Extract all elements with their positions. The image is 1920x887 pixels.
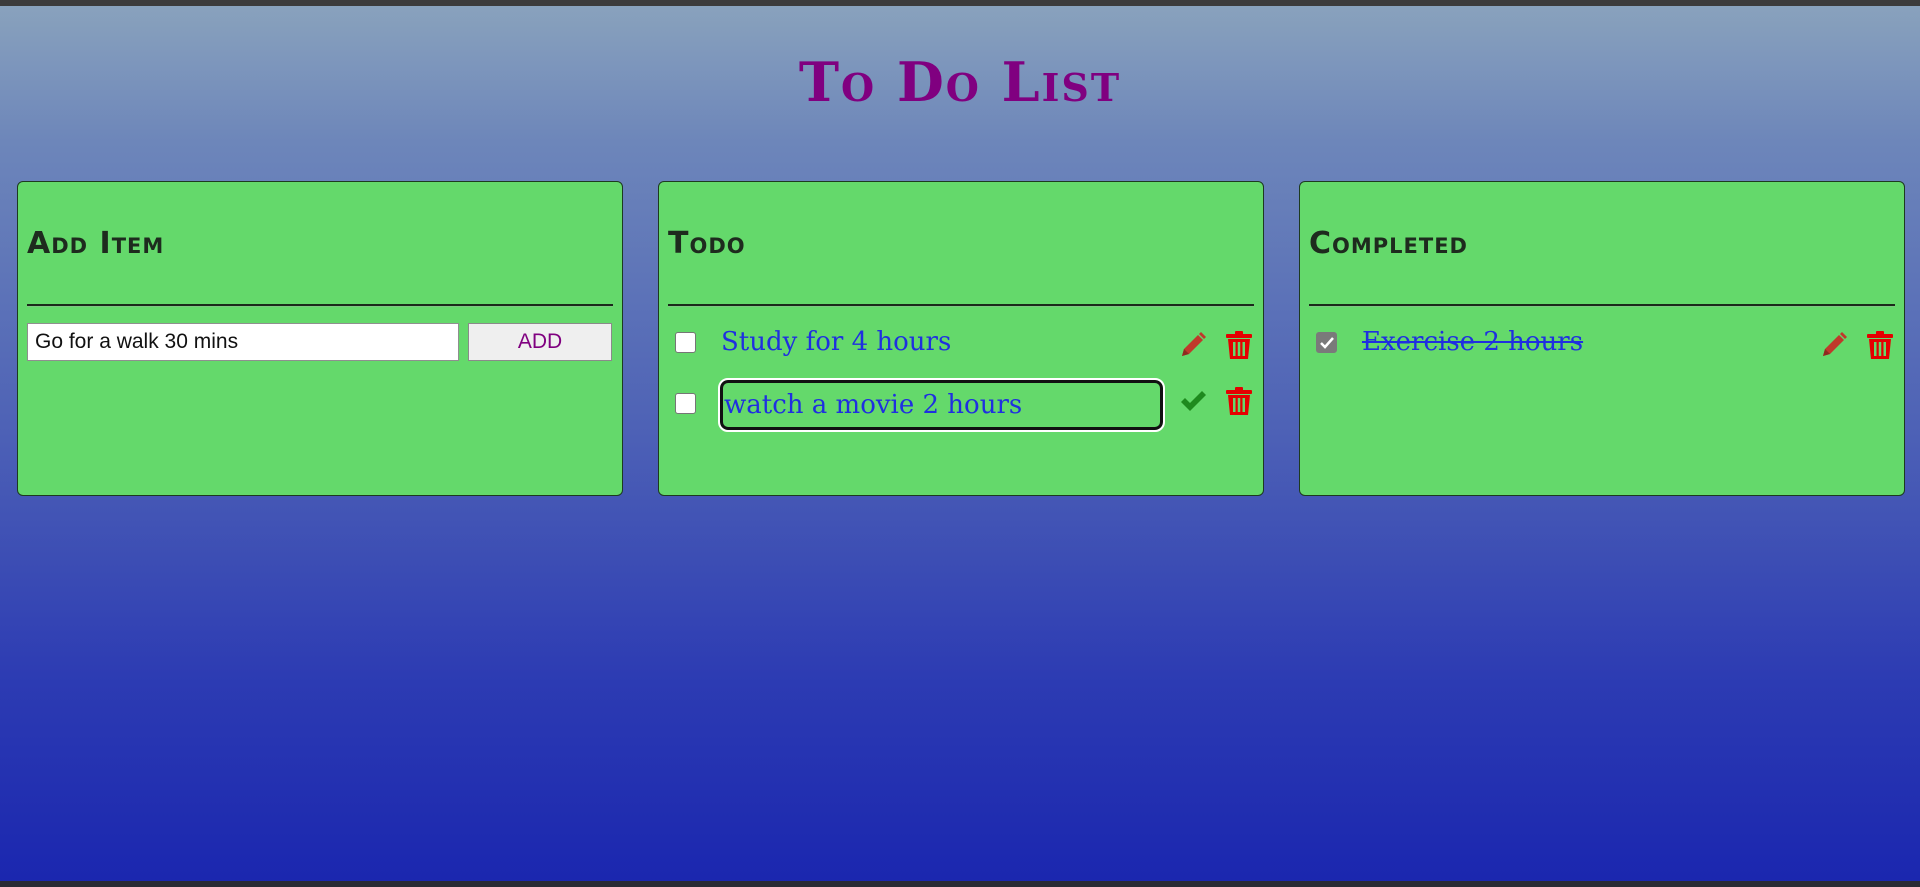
trash-icon[interactable] (1866, 330, 1896, 360)
todo-item-text: Study for 4 hours (721, 327, 952, 357)
todo-divider (668, 304, 1254, 307)
window-bottom-bar (0, 881, 1920, 887)
todo-item: Study for 4 hours (659, 318, 1263, 370)
todo-item-checkbox[interactable] (675, 393, 696, 414)
todo-item (659, 378, 1263, 432)
window-top-bar (0, 0, 1920, 6)
todo-heading: Todo (668, 226, 746, 261)
completed-item: Exercise 2 hours (1300, 318, 1904, 370)
completed-panel: Completed Exercise 2 hours (1299, 181, 1905, 496)
new-item-input[interactable] (27, 323, 459, 361)
add-item-panel: Add Item ADD (17, 181, 623, 496)
pencil-icon[interactable] (1819, 330, 1849, 360)
page-title: To Do List (798, 50, 1122, 114)
add-item-divider (27, 304, 613, 307)
todo-item-checkbox[interactable] (675, 332, 696, 353)
trash-icon[interactable] (1225, 386, 1255, 416)
pencil-icon[interactable] (1178, 330, 1208, 360)
completed-item-text: Exercise 2 hours (1362, 327, 1584, 357)
todo-item-edit-field[interactable] (718, 378, 1165, 432)
todo-panel: Todo Study for 4 hours (658, 181, 1264, 496)
completed-heading: Completed (1309, 226, 1468, 261)
check-icon[interactable] (1178, 386, 1208, 416)
completed-item-checkbox[interactable] (1316, 332, 1337, 353)
trash-icon[interactable] (1225, 330, 1255, 360)
completed-divider (1309, 304, 1895, 307)
add-button[interactable]: ADD (468, 323, 612, 361)
add-item-heading: Add Item (27, 226, 165, 261)
